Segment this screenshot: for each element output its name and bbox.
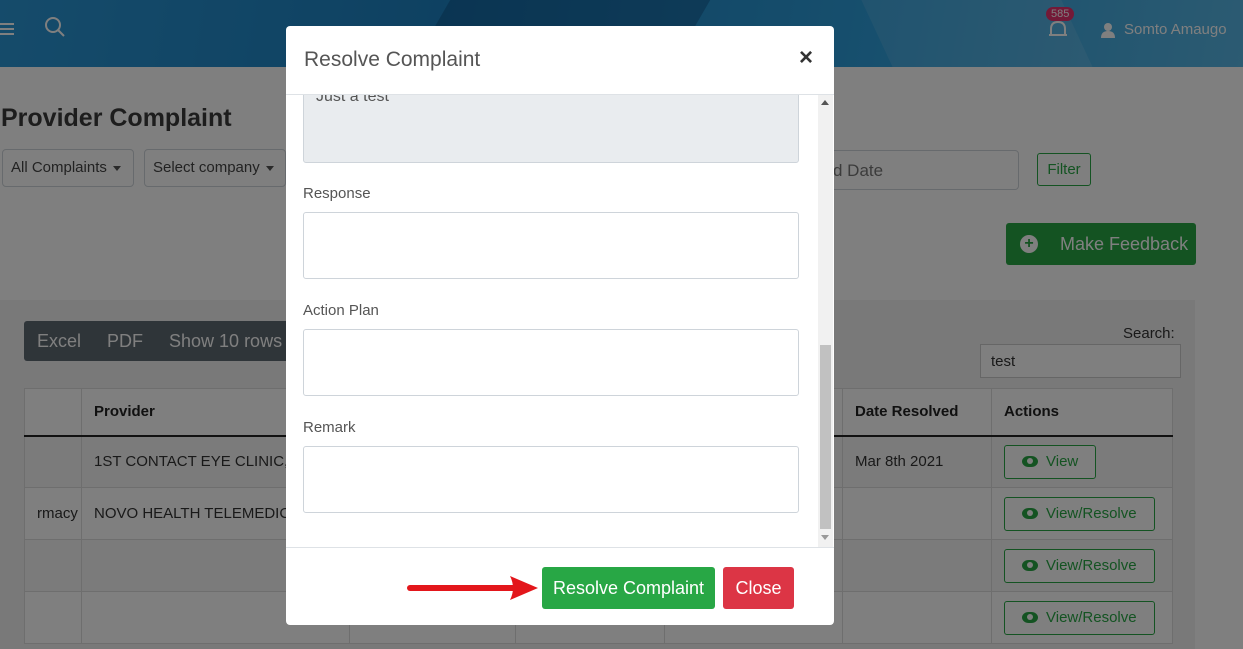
close-icon[interactable]: × [799, 44, 813, 72]
action-plan-field[interactable] [303, 329, 799, 396]
action-plan-label: Action Plan [303, 302, 379, 319]
resolve-complaint-button[interactable]: Resolve Complaint [542, 567, 715, 609]
modal-footer: Resolve Complaint Close [286, 547, 834, 625]
modal-body: Just a test Response Action Plan Remark [286, 95, 834, 547]
close-button[interactable]: Close [723, 567, 794, 609]
modal-title: Resolve Complaint [304, 48, 481, 71]
resolve-complaint-modal: Resolve Complaint × Just a test Response… [286, 26, 834, 625]
annotation-arrow-icon [407, 576, 538, 600]
scrollbar-thumb[interactable] [820, 345, 831, 529]
scroll-up-icon[interactable] [821, 100, 829, 105]
modal-header: Resolve Complaint × [286, 26, 834, 95]
remark-field[interactable] [303, 446, 799, 513]
remark-label: Remark [303, 419, 356, 436]
scroll-down-icon[interactable] [821, 535, 829, 540]
complaint-text-field: Just a test [303, 95, 799, 163]
response-field[interactable] [303, 212, 799, 279]
response-label: Response [303, 185, 371, 202]
modal-scrollbar[interactable] [818, 95, 833, 547]
